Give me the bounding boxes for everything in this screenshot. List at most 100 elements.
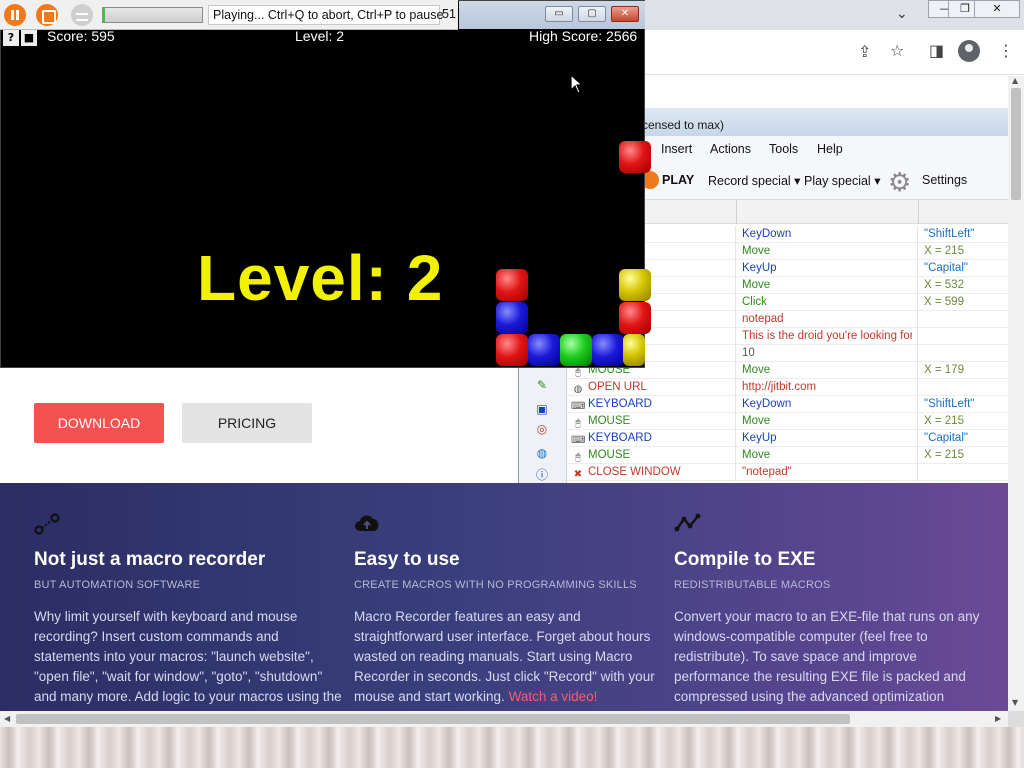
playback-count: 51 — [442, 7, 456, 21]
play-button[interactable]: PLAY — [662, 173, 694, 187]
table-row[interactable]: ◍ OPEN URL http://jitbit.com — [567, 379, 1008, 396]
pricing-button[interactable]: PRICING — [182, 403, 312, 443]
watch-video-link[interactable]: Watch a video! — [509, 689, 598, 704]
image-icon[interactable]: ▣ — [535, 402, 549, 416]
command-type: ⌨ KEYBOARD — [571, 398, 731, 413]
command-type: ✖ CLOSE WINDOW — [571, 466, 731, 481]
cell-divider — [735, 413, 736, 430]
command-type-label: OPEN URL — [588, 381, 647, 393]
sidebar-icon[interactable]: ◨ — [929, 41, 944, 60]
download-button[interactable]: DOWNLOAD — [34, 403, 164, 443]
cell-divider — [735, 345, 736, 362]
column-divider[interactable] — [918, 200, 919, 224]
command-type-label: KEYBOARD — [588, 432, 652, 444]
command-type-label: MOUSE — [588, 449, 631, 461]
command-action: Click — [742, 296, 767, 308]
game-block-red — [619, 302, 651, 334]
mouse-icon: 🖰 — [575, 418, 581, 429]
feature-text: Why limit yourself with keyboard and mou… — [34, 609, 342, 704]
cell-divider — [735, 430, 736, 447]
stop-icon[interactable] — [36, 4, 58, 26]
command-params: "ShiftLeft" — [924, 228, 975, 240]
eject-icon[interactable] — [71, 4, 93, 26]
keyboard-icon: ⌨ — [571, 435, 586, 446]
game-minimize-button[interactable]: ▭ — [545, 6, 573, 22]
cell-divider — [735, 226, 736, 243]
playback-status: Playing... Ctrl+Q to abort, Ctrl+P to pa… — [208, 5, 443, 25]
command-type: ⌨ KEYBOARD — [571, 432, 731, 447]
command-action: http://jitbit.com — [742, 381, 817, 393]
cell-divider — [917, 379, 918, 396]
menu-actions[interactable]: Actions — [710, 142, 751, 156]
game-block-blue — [592, 334, 624, 366]
game-window[interactable]: ? ■ Score: 595 Level: 2 High Score: 2566 … — [0, 0, 651, 368]
info-icon[interactable]: ⓘ — [535, 468, 549, 482]
keyboard-icon: ⌨ — [571, 401, 586, 412]
command-action: notepad — [742, 313, 784, 325]
column-divider[interactable] — [736, 200, 737, 224]
vertical-scroll-thumb[interactable] — [1011, 88, 1021, 200]
more-vert-icon[interactable]: ⋮ — [998, 41, 1014, 60]
game-close-button[interactable]: ✕ — [611, 6, 639, 22]
game-titlebar[interactable]: ▭ ▢ ✕ — [459, 1, 645, 29]
command-action: This is the droid you're looking for! — [742, 330, 912, 342]
progress-fill — [103, 8, 105, 22]
globe-icon[interactable]: ◍ — [535, 446, 549, 460]
scroll-down-icon[interactable]: ▼ — [1012, 698, 1018, 707]
scroll-up-icon[interactable]: ▲ — [1012, 76, 1018, 85]
menu-help[interactable]: Help — [817, 142, 843, 156]
settings-button[interactable]: Settings — [922, 173, 967, 187]
feature-title: Not just a macro recorder — [34, 549, 266, 570]
play-special-button[interactable]: Play special ▾ — [804, 173, 880, 188]
vertical-scrollbar[interactable]: ▲ ▼ — [1008, 76, 1024, 711]
menu-tools[interactable]: Tools — [769, 142, 798, 156]
high-score-label: High Score: 2566 — [529, 28, 638, 44]
table-row[interactable]: ✖ CLOSE WINDOW "notepad" — [567, 464, 1008, 481]
command-action: KeyDown — [742, 228, 792, 240]
cell-divider — [735, 396, 736, 413]
chevron-down-icon[interactable]: ⌄ — [896, 6, 908, 22]
stop-icon[interactable]: ■ — [21, 30, 37, 46]
cell-divider — [917, 311, 918, 328]
cell-divider — [735, 260, 736, 277]
game-block-red — [619, 141, 651, 173]
table-row[interactable]: ⌨ KEYBOARD KeyUp "Capital" — [567, 430, 1008, 447]
playback-toolbar: Playing... Ctrl+Q to abort, Ctrl+P to pa… — [0, 0, 458, 30]
command-params: X = 215 — [924, 449, 964, 461]
table-row[interactable]: 🖰 MOUSE Move X = 215 — [567, 413, 1008, 430]
scrollbar-corner — [1008, 711, 1024, 727]
feature-title: Compile to EXE — [674, 549, 816, 570]
horizontal-scroll-thumb[interactable] — [16, 714, 850, 724]
pencil-icon[interactable]: ✎ — [535, 378, 549, 392]
cell-divider — [917, 345, 918, 362]
gear-icon[interactable]: ⚙ — [888, 168, 918, 198]
scroll-left-icon[interactable]: ◀ — [4, 714, 10, 723]
feature-text: Convert your macro to an EXE-file that r… — [674, 609, 980, 704]
feature-subtitle: BUT AUTOMATION SOFTWARE — [34, 579, 201, 591]
browser-close-button[interactable]: ✕ — [974, 0, 1020, 18]
cell-divider — [917, 413, 918, 430]
share-icon[interactable]: ⇪ — [858, 42, 871, 61]
profile-icon[interactable] — [958, 40, 980, 62]
mouse-icon: 🖰 — [575, 367, 581, 378]
pause-icon[interactable] — [4, 4, 26, 26]
cell-divider — [917, 396, 918, 413]
game-maximize-button[interactable]: ▢ — [578, 6, 606, 22]
command-params: X = 532 — [924, 279, 964, 291]
table-row[interactable]: ⌨ KEYBOARD KeyDown "ShiftLeft" — [567, 396, 1008, 413]
table-row[interactable]: 🖰 MOUSE Move X = 215 — [567, 447, 1008, 464]
stop-sign-icon[interactable]: ◎ — [535, 422, 549, 436]
menu-insert[interactable]: Insert — [661, 142, 692, 156]
command-type-label: MOUSE — [588, 415, 631, 427]
star-icon[interactable]: ☆ — [890, 41, 904, 60]
scroll-right-icon[interactable]: ▶ — [995, 714, 1001, 723]
help-icon[interactable]: ? — [3, 30, 19, 46]
record-special-button[interactable]: Record special ▾ — [708, 173, 800, 188]
game-block-yellow — [623, 334, 645, 366]
cell-divider — [917, 447, 918, 464]
game-block-green — [560, 334, 592, 366]
horizontal-scrollbar[interactable]: ◀ ▶ — [0, 711, 1008, 727]
cell-divider — [735, 447, 736, 464]
cell-divider — [917, 243, 918, 260]
record-special-label: Record special — [708, 174, 791, 188]
